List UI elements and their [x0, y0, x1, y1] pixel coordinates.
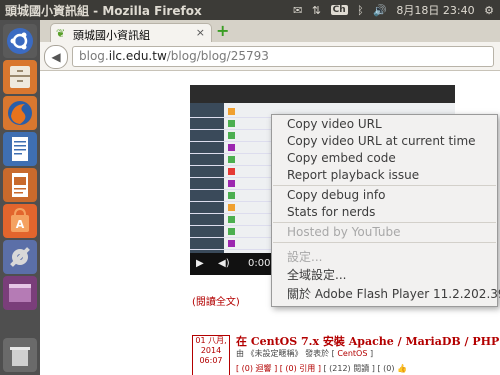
video-frame-badge — [228, 204, 235, 211]
video-frame-badge — [228, 156, 235, 163]
post-date-time: 06:07 — [199, 356, 223, 365]
video-frame-badge — [228, 108, 235, 115]
post-date-day: 01 八月, — [195, 336, 227, 345]
dash-home-button[interactable] — [3, 24, 37, 58]
video-frame-badge — [228, 144, 235, 151]
menu-item-global-settings[interactable]: 全域設定... — [287, 266, 346, 283]
writer-launcher-button[interactable] — [3, 132, 37, 166]
likes-count: [ (0) — [377, 364, 395, 373]
menu-item-copy-video-url-at-time[interactable]: Copy video URL at current time — [287, 134, 476, 148]
workspace-switcher-button[interactable] — [3, 276, 37, 310]
clock[interactable]: 8月18日 23:40 — [396, 2, 474, 18]
files-launcher-button[interactable] — [3, 60, 37, 94]
video-frame-badge — [228, 228, 235, 235]
comments-link[interactable]: [ (0) 迴響 ] — [236, 364, 277, 373]
system-settings-launcher-button[interactable] — [3, 240, 37, 274]
video-frame-badge — [228, 120, 235, 127]
tab-close-icon[interactable]: × — [196, 26, 205, 39]
volume-icon[interactable]: 🔊 — [373, 4, 387, 17]
software-center-launcher-button[interactable]: A — [3, 204, 37, 238]
views-count: [ (212) 閱讀 ] — [323, 364, 375, 373]
video-frame-badge — [228, 240, 235, 247]
window-title: 頭城國小資訊組 - Mozilla Firefox — [5, 4, 202, 18]
menu-separator — [273, 222, 496, 223]
impress-launcher-button[interactable] — [3, 168, 37, 202]
trash-launcher-button[interactable] — [3, 338, 37, 372]
flash-context-menu: Copy video URL Copy video URL at current… — [271, 114, 500, 307]
back-arrow-icon: ◀ — [51, 50, 61, 64]
trash-icon — [10, 347, 30, 366]
video-thumbnail-header — [190, 85, 455, 103]
video-frame-badge — [228, 180, 235, 187]
document-writer-icon — [12, 137, 28, 161]
menu-item-report-playback-issue[interactable]: Report playback issue — [287, 168, 419, 182]
url-domain: ilc.edu.tw — [108, 49, 167, 63]
video-frame-badge — [228, 216, 235, 223]
menu-separator — [273, 185, 496, 186]
leaf-favicon-icon: ❦ — [56, 27, 66, 40]
video-frame-badge — [228, 168, 235, 175]
post-title-link[interactable]: 在 CentOS 7.x 安裝 Apache / MariaDB / PHP — [236, 333, 499, 349]
workspace-icon — [9, 284, 31, 302]
navigation-toolbar: ◀ blog.ilc.edu.tw/blog/blog/25793 — [40, 42, 500, 71]
menu-item-copy-debug-info[interactable]: Copy debug info — [287, 188, 385, 202]
trackback-link[interactable]: [ (0) 引用 ] — [280, 364, 321, 373]
menu-separator — [273, 242, 496, 243]
meta-close: ] — [369, 349, 374, 358]
post-date-box: 01 八月, 2014 06:07 — [192, 335, 230, 375]
url-text: blog.ilc.edu.tw/blog/blog/25793 — [79, 49, 269, 63]
post-stats: [ (0) 迴響 ] [ (0) 引用 ] [ (212) 閱讀 ] [ (0)… — [236, 363, 407, 374]
meta-by: 由 — [236, 349, 244, 358]
menu-item-settings: 設定... — [287, 250, 323, 264]
mail-icon[interactable]: ✉ — [293, 4, 302, 17]
file-cabinet-icon — [10, 66, 30, 88]
tab-label: 頭城國小資訊組 — [73, 29, 150, 42]
presentation-icon — [12, 173, 28, 197]
menu-item-hosted-by-youtube: Hosted by YouTube — [287, 225, 401, 239]
url-prefix: blog. — [79, 49, 109, 63]
top-panel: 頭城國小資訊組 - Mozilla Firefox ✉ ⇅ Ch ᛒ 🔊 8月1… — [0, 0, 500, 20]
system-tray: ✉ ⇅ Ch ᛒ 🔊 8月18日 23:40 ⚙ — [287, 2, 494, 18]
read-full-link[interactable]: (閱讀全文) — [192, 293, 240, 308]
shopping-bag-icon: A — [11, 207, 29, 232]
video-frame-badge — [228, 192, 235, 199]
keyboard-layout-indicator[interactable]: Ch — [330, 5, 348, 15]
bluetooth-icon[interactable]: ᛒ — [357, 4, 364, 17]
launcher: A — [0, 20, 40, 375]
category-link[interactable]: CentOS — [337, 349, 367, 358]
firefox-icon — [8, 101, 32, 125]
power-gear-icon[interactable]: ⚙ — [484, 4, 494, 17]
url-bar[interactable]: blog.ilc.edu.tw/blog/blog/25793 — [72, 46, 494, 67]
ubuntu-logo-icon — [7, 28, 33, 54]
video-frame-badge — [228, 132, 235, 139]
play-icon[interactable]: ▶ — [196, 258, 204, 269]
network-icon[interactable]: ⇅ — [312, 4, 321, 17]
thumbs-up-icon[interactable]: 👍 — [397, 364, 407, 373]
firefox-launcher-button[interactable] — [3, 96, 37, 130]
tab-active[interactable]: ❦ 頭城國小資訊組 × — [50, 23, 212, 43]
url-path: /blog/blog/25793 — [166, 49, 269, 63]
tab-strip: ❦ 頭城國小資訊組 × + — [40, 20, 500, 43]
menu-item-about-flash[interactable]: 關於 Adobe Flash Player 11.2.202.394... — [287, 285, 500, 302]
svg-text:A: A — [16, 218, 25, 231]
menu-item-copy-embed-code[interactable]: Copy embed code — [287, 151, 396, 165]
new-tab-button[interactable]: + — [216, 21, 229, 40]
wrench-settings-icon — [10, 247, 30, 267]
volume-icon[interactable]: ◀) — [218, 258, 230, 269]
back-button[interactable]: ◀ — [44, 45, 68, 69]
post-meta: 由 《未設定暱稱》 發表於 [ CentOS ] — [236, 348, 373, 359]
meta-posted-in: 發表於 [ — [305, 349, 335, 358]
meta-author: 《未設定暱稱》 — [246, 349, 303, 358]
menu-item-stats-for-nerds[interactable]: Stats for nerds — [287, 205, 375, 219]
post-date-year: 2014 — [200, 346, 222, 355]
menu-item-copy-video-url[interactable]: Copy video URL — [287, 117, 382, 131]
